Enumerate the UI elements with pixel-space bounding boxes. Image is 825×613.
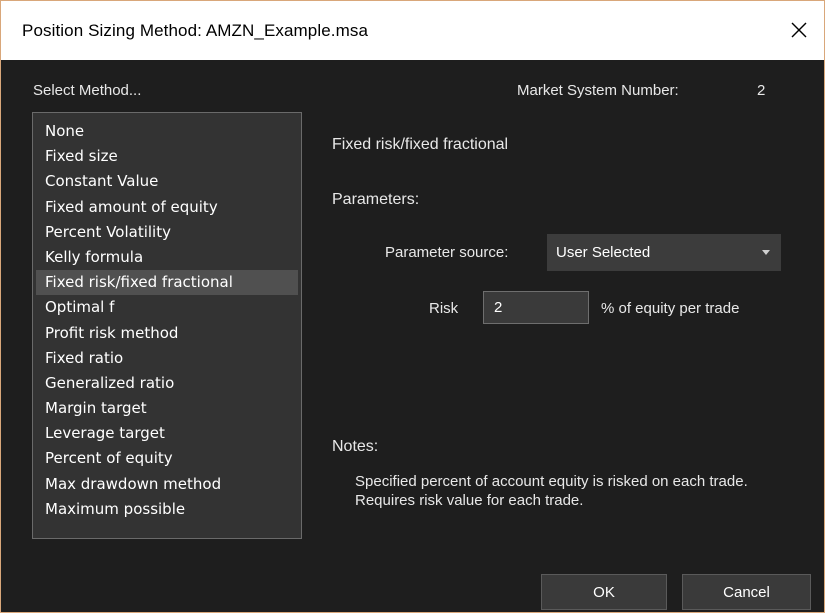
method-item[interactable]: Generalized ratio <box>36 371 298 396</box>
method-item[interactable]: Profit risk method <box>36 321 298 346</box>
ok-button[interactable]: OK <box>541 574 667 610</box>
method-item[interactable]: Percent of equity <box>36 446 298 471</box>
risk-suffix-label: % of equity per trade <box>601 300 740 317</box>
market-system-label: Market System Number: <box>517 82 679 99</box>
risk-input[interactable] <box>483 291 589 324</box>
parameter-source-value: User Selected <box>556 244 651 261</box>
selected-method-title: Fixed risk/fixed fractional <box>332 136 509 153</box>
title-bar: Position Sizing Method: AMZN_Example.msa <box>1 1 824 60</box>
parameters-heading: Parameters: <box>332 191 420 208</box>
method-item[interactable]: Kelly formula <box>36 245 298 270</box>
window-title: Position Sizing Method: AMZN_Example.msa <box>22 21 369 40</box>
notes-heading: Notes: <box>332 438 379 455</box>
method-item[interactable]: Fixed risk/fixed fractional <box>36 270 298 296</box>
method-item[interactable]: Leverage target <box>36 421 298 446</box>
close-icon <box>791 22 807 38</box>
notes-text: Specified percent of account equity is r… <box>355 473 748 509</box>
close-button[interactable] <box>782 13 816 47</box>
method-item[interactable]: Constant Value <box>36 169 298 194</box>
method-item[interactable]: Fixed amount of equity <box>36 195 298 220</box>
dialog-window: Position Sizing Method: AMZN_Example.msa… <box>0 0 825 613</box>
method-item[interactable]: Fixed ratio <box>36 346 298 371</box>
market-system-value: 2 <box>757 82 766 99</box>
method-item[interactable]: None <box>36 119 298 144</box>
method-item[interactable]: Fixed size <box>36 144 298 169</box>
dialog-body: Select Method... Market System Number: 2… <box>1 60 824 612</box>
method-item[interactable]: Max drawdown method <box>36 472 298 497</box>
method-item[interactable]: Maximum possible <box>36 497 298 522</box>
method-item[interactable]: Optimal f <box>36 295 298 320</box>
parameter-source-dropdown[interactable]: User Selected <box>547 234 781 271</box>
cancel-button[interactable]: Cancel <box>682 574 811 610</box>
chevron-down-icon <box>762 250 770 255</box>
method-list[interactable]: None Fixed size Constant Value Fixed amount… <box>32 112 302 539</box>
parameter-source-label: Parameter source: <box>385 244 509 261</box>
method-item[interactable]: Margin target <box>36 396 298 421</box>
method-item[interactable]: Percent Volatility <box>36 220 298 245</box>
risk-label: Risk <box>429 300 459 317</box>
select-method-label: Select Method... <box>33 82 142 99</box>
